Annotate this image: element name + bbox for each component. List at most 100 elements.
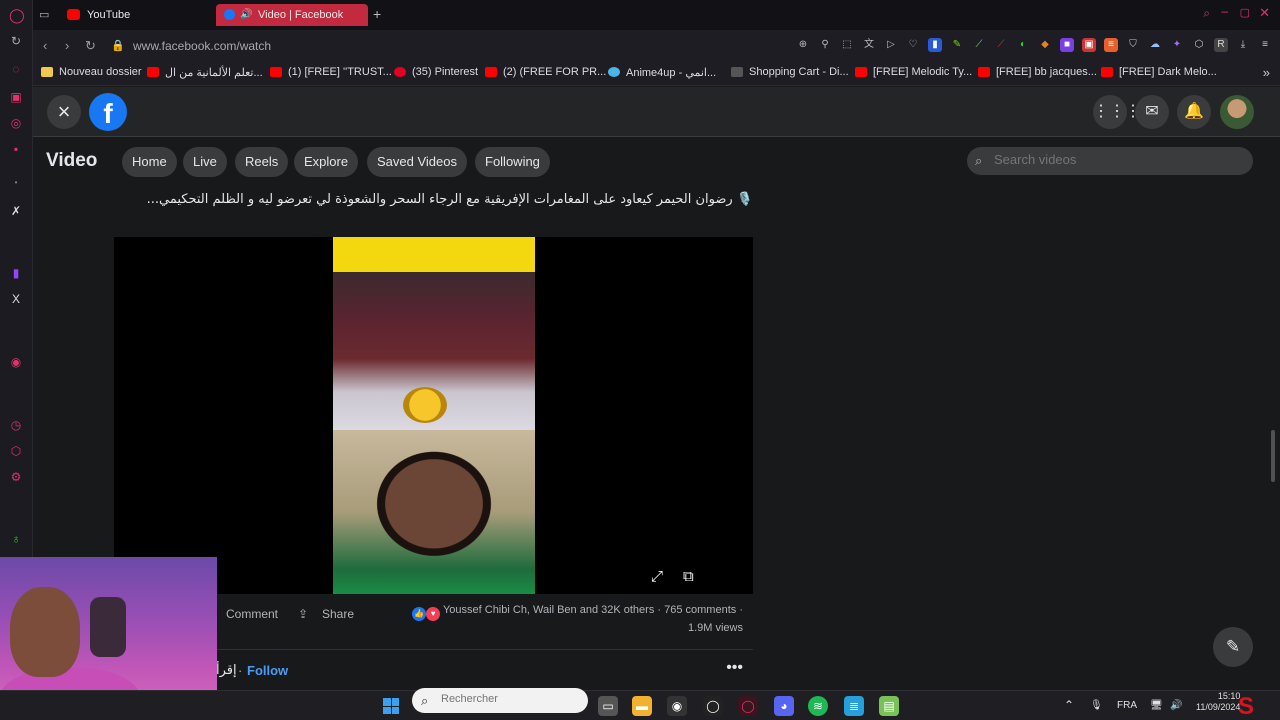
- extension-orange-icon[interactable]: ≡: [1104, 38, 1118, 52]
- opera-icon[interactable]: ◯: [738, 696, 758, 716]
- messenger-icon[interactable]: ✉: [1135, 95, 1169, 129]
- extension-chart-icon[interactable]: ⟋: [972, 38, 986, 52]
- store-icon[interactable]: ▤: [879, 696, 899, 716]
- extension-shield-icon[interactable]: ▮: [928, 38, 942, 52]
- spotify-icon[interactable]: ≋: [808, 696, 828, 716]
- settings-sidebar-icon[interactable]: ⚙: [9, 470, 23, 484]
- new-tab-icon[interactable]: +: [373, 6, 381, 22]
- more-bookmarks-icon[interactable]: »: [1263, 65, 1270, 80]
- reactions-summary[interactable]: 👍 ♥ Youssef Chibi Ch, Wail Ben and 32K ot…: [412, 603, 743, 635]
- close-icon[interactable]: ×: [47, 95, 81, 129]
- taskbar-search-input[interactable]: [441, 693, 581, 705]
- extension-shield2-icon[interactable]: ⛉: [1126, 38, 1140, 52]
- opera-gx-icon[interactable]: ◯: [703, 696, 723, 716]
- vpn-sidebar-icon[interactable]: ♁: [9, 532, 23, 546]
- tab-search-icon[interactable]: ⌕: [1203, 6, 1210, 21]
- notepad-icon[interactable]: ≣: [844, 696, 864, 716]
- bookmark-item[interactable]: [FREE] Dark Melo...: [1101, 66, 1217, 78]
- workspace-icon[interactable]: ▭: [39, 8, 49, 21]
- extensions-sidebar-icon[interactable]: ⬡: [9, 444, 23, 458]
- translate-icon[interactable]: 文: [862, 38, 876, 52]
- messenger-sidebar-icon[interactable]: ◎: [9, 116, 23, 130]
- close-window-icon[interactable]: ✕: [1259, 5, 1270, 21]
- download-icon[interactable]: ⤓: [1236, 38, 1250, 52]
- volume-icon[interactable]: 🔊: [1170, 700, 1182, 711]
- search-videos-box[interactable]: ⌕: [967, 147, 1253, 175]
- new-message-icon[interactable]: ✎: [1213, 627, 1253, 667]
- discord-icon[interactable]: ◕: [774, 696, 794, 716]
- heart-icon[interactable]: ♡: [906, 38, 920, 52]
- share-icon[interactable]: ⇪: [298, 607, 308, 621]
- bookmark-item[interactable]: [FREE] bb jacques...: [978, 66, 1097, 78]
- x-twitter-icon[interactable]: X: [9, 292, 23, 306]
- extension-fox-icon[interactable]: ◆: [1038, 38, 1052, 52]
- refresh-sidebar-icon[interactable]: ↻: [9, 34, 23, 48]
- follow-button[interactable]: Follow: [247, 663, 288, 678]
- scrollbar[interactable]: [1271, 430, 1275, 482]
- bookmark-item[interactable]: (2) (FREE FOR PR...: [485, 66, 606, 78]
- speaker-icon[interactable]: 🔊: [240, 4, 252, 26]
- bookmark-item[interactable]: [FREE] Melodic Ty...: [855, 66, 972, 78]
- nav-reels[interactable]: Reels: [235, 147, 289, 177]
- extension-purple-icon[interactable]: ■: [1060, 38, 1074, 52]
- nav-live[interactable]: Live: [183, 147, 227, 177]
- extension-red-icon[interactable]: ⟋: [994, 38, 1008, 52]
- menu-grid-icon[interactable]: ⋮⋮⋮: [1093, 95, 1141, 129]
- file-explorer-icon[interactable]: ▬: [632, 696, 652, 716]
- pin-icon[interactable]: ⚲: [818, 38, 832, 52]
- bag-icon[interactable]: ▣: [9, 90, 23, 104]
- notifications-bell-icon[interactable]: 🔔: [1177, 95, 1211, 129]
- search-videos-input[interactable]: [994, 152, 1234, 167]
- opera-logo-icon[interactable]: ◯: [9, 8, 25, 22]
- back-icon[interactable]: ‹: [43, 38, 47, 53]
- facebook-logo[interactable]: f: [89, 93, 127, 131]
- video-player[interactable]: ⤢ ⧉: [114, 237, 753, 594]
- menu-icon[interactable]: ≡: [1258, 38, 1272, 52]
- snapshot-icon[interactable]: ⬚: [840, 38, 854, 52]
- twitch-icon[interactable]: ▮: [9, 266, 23, 280]
- bookmark-item[interactable]: (1) [FREE] ''TRUST...: [270, 66, 392, 78]
- extension-green-icon[interactable]: ◐: [1016, 38, 1030, 52]
- extension-badge-icon[interactable]: ▣: [1082, 38, 1096, 52]
- ai-icon[interactable]: ◌: [9, 62, 23, 76]
- nav-home[interactable]: Home: [122, 147, 177, 177]
- maximize-icon[interactable]: ▢: [1240, 6, 1250, 19]
- ai-tool-icon[interactable]: ✗: [9, 204, 23, 218]
- comments-count[interactable]: 765 comments: [664, 604, 736, 616]
- gmail-sidebar-icon[interactable]: ▪: [9, 142, 23, 156]
- reload-icon[interactable]: ↻: [85, 38, 96, 54]
- clock[interactable]: 15:10 11/09/2024: [1196, 691, 1240, 713]
- bookmark-item[interactable]: (35) Pinterest: [394, 66, 478, 78]
- url-field[interactable]: www.facebook.com/watch: [133, 39, 271, 53]
- bookmark-item[interactable]: Anime4up - انمي...: [608, 66, 716, 79]
- extension-ai-icon[interactable]: ✦: [1170, 38, 1184, 52]
- play-icon[interactable]: ▷: [884, 38, 898, 52]
- author-name[interactable]: إقرأ: [216, 663, 237, 678]
- nav-explore[interactable]: Explore: [294, 147, 359, 177]
- tab-youtube[interactable]: YouTube: [53, 4, 223, 26]
- extensions-puzzle-icon[interactable]: ⬡: [1192, 38, 1206, 52]
- microphone-icon[interactable]: 🎙: [1090, 700, 1103, 711]
- steam-icon[interactable]: ◉: [667, 696, 687, 716]
- tray-arrow-icon[interactable]: ⌃: [1064, 698, 1074, 712]
- music-sidebar-icon[interactable]: ◉: [9, 355, 23, 369]
- profile-icon[interactable]: R: [1214, 38, 1228, 52]
- nav-saved-videos[interactable]: Saved Videos: [367, 147, 467, 177]
- profile-avatar[interactable]: [1220, 95, 1254, 129]
- network-icon[interactable]: 🖥: [1150, 700, 1163, 711]
- comment-button[interactable]: Comment: [226, 607, 278, 621]
- bookmark-item[interactable]: Nouveau dossier: [41, 66, 142, 78]
- zoom-icon[interactable]: ⊕: [796, 38, 810, 52]
- minimize-icon[interactable]: –: [1221, 4, 1228, 18]
- task-view-icon[interactable]: ▭: [598, 696, 618, 716]
- tab-facebook-video[interactable]: 🔊 Video | Facebook: [216, 4, 368, 26]
- clock-sidebar-icon[interactable]: ◷: [9, 418, 23, 432]
- extension-leaf-icon[interactable]: ✎: [950, 38, 964, 52]
- share-button[interactable]: Share: [322, 607, 354, 621]
- language-indicator[interactable]: FRA: [1117, 700, 1137, 711]
- picture-in-picture-icon[interactable]: ⧉: [683, 568, 694, 585]
- nav-following[interactable]: Following: [475, 147, 550, 177]
- fullscreen-icon[interactable]: ⤢: [651, 568, 663, 585]
- windows-start-icon[interactable]: [383, 698, 399, 714]
- extension-cloud-icon[interactable]: ☁: [1148, 38, 1162, 52]
